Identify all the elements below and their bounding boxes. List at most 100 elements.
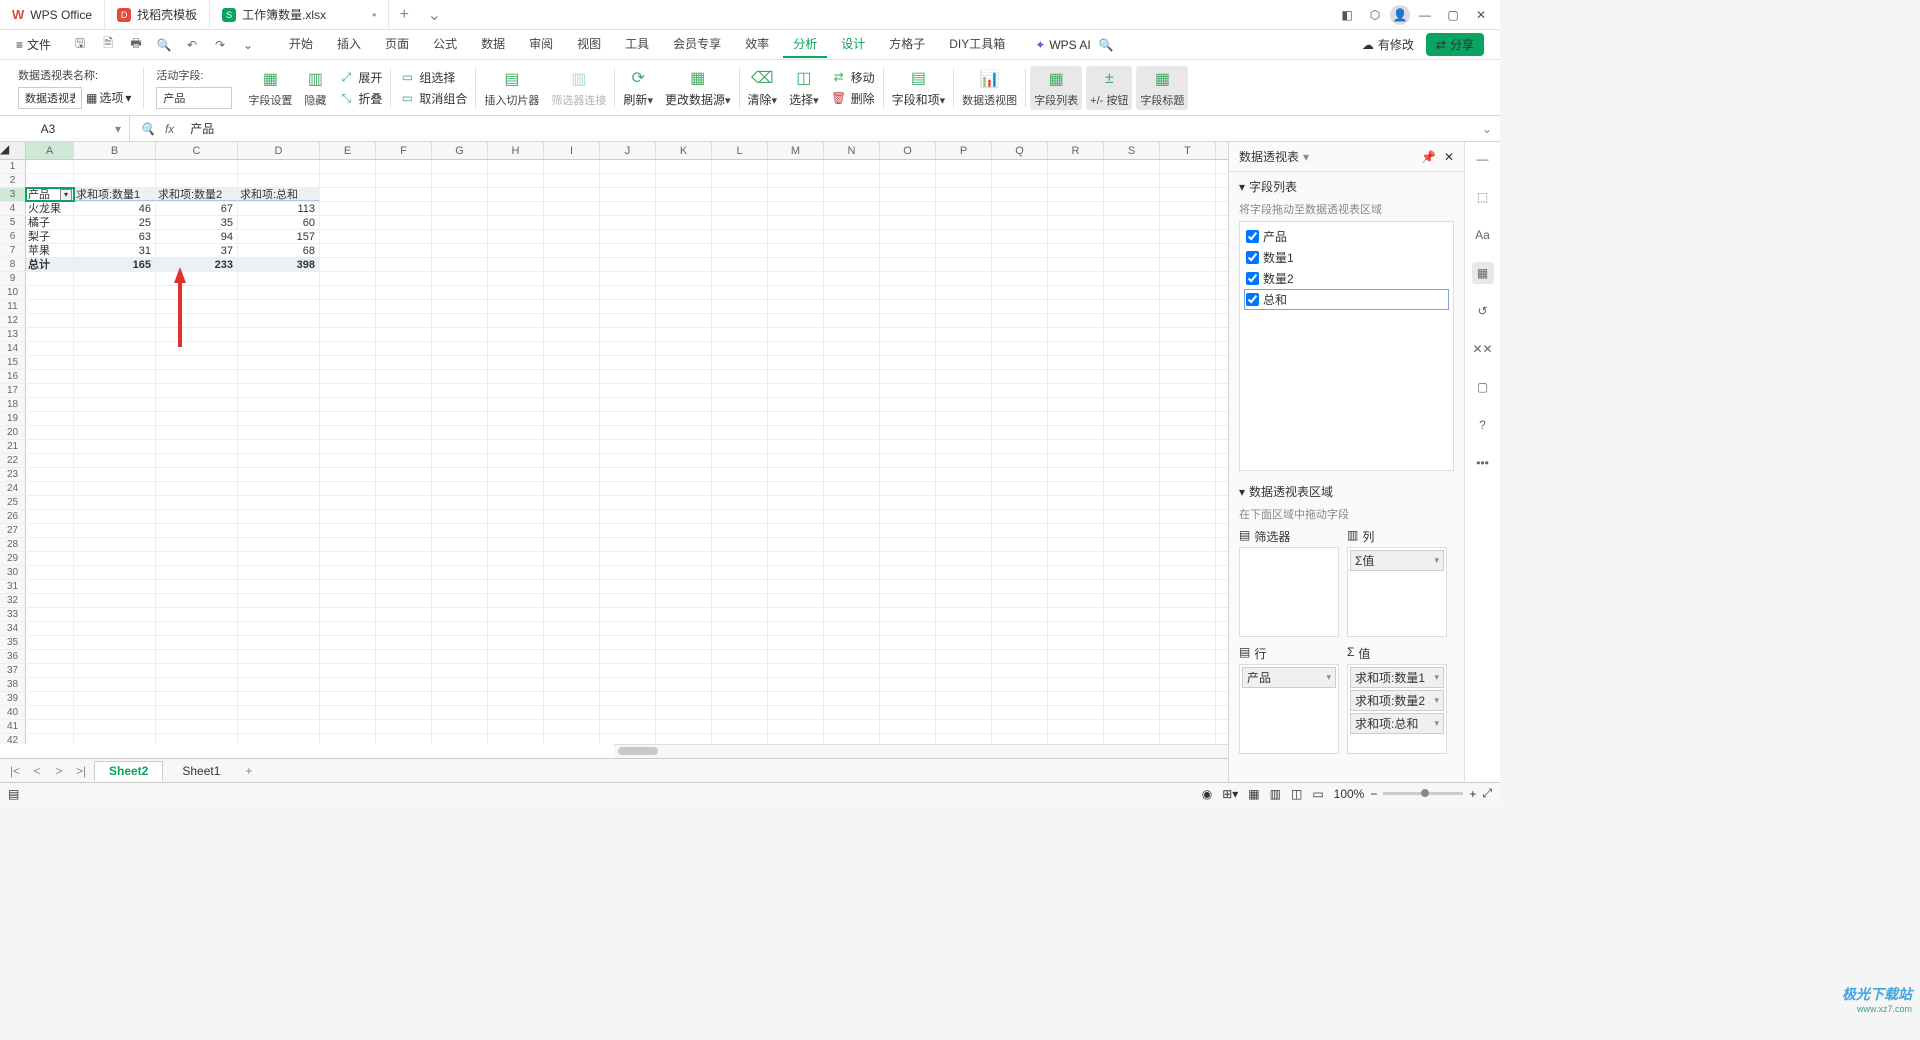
cell[interactable] — [880, 692, 936, 705]
cell[interactable] — [544, 188, 600, 201]
cell[interactable] — [824, 188, 880, 201]
cell[interactable] — [432, 706, 488, 719]
cell[interactable] — [600, 286, 656, 299]
cell[interactable] — [74, 496, 156, 509]
cell[interactable] — [824, 300, 880, 313]
cell[interactable] — [600, 174, 656, 187]
cell[interactable] — [26, 454, 74, 467]
cell[interactable] — [1160, 202, 1216, 215]
cell[interactable] — [432, 720, 488, 733]
field-item[interactable]: 产品 — [1244, 226, 1449, 247]
cell[interactable] — [600, 216, 656, 229]
sheet-nav-first[interactable]: |< — [6, 764, 24, 778]
rail-pivot-icon[interactable]: ▦ — [1472, 262, 1494, 284]
cell[interactable] — [74, 314, 156, 327]
cell[interactable] — [376, 356, 432, 369]
cell[interactable] — [936, 454, 992, 467]
cell[interactable] — [488, 496, 544, 509]
cell[interactable] — [1160, 594, 1216, 607]
cell[interactable] — [880, 636, 936, 649]
cell[interactable] — [712, 384, 768, 397]
cell[interactable] — [712, 622, 768, 635]
cell[interactable] — [1104, 356, 1160, 369]
cell[interactable] — [936, 230, 992, 243]
cell[interactable] — [320, 398, 376, 411]
cell[interactable] — [712, 636, 768, 649]
cell[interactable] — [376, 468, 432, 481]
cell[interactable] — [156, 734, 238, 744]
cell[interactable] — [880, 342, 936, 355]
cell[interactable] — [880, 384, 936, 397]
row-header[interactable]: 10 — [0, 286, 26, 299]
pivot-chart-button[interactable]: 📊数据透视图 — [958, 66, 1021, 110]
cell[interactable] — [376, 636, 432, 649]
cell[interactable] — [712, 664, 768, 677]
cell[interactable] — [824, 510, 880, 523]
cell[interactable] — [880, 734, 936, 744]
cell[interactable] — [320, 664, 376, 677]
tab-diy[interactable]: DIY工具箱 — [939, 31, 1015, 58]
cell[interactable] — [656, 384, 712, 397]
cell[interactable] — [936, 328, 992, 341]
field-checkbox[interactable] — [1246, 293, 1259, 306]
cell[interactable] — [238, 496, 320, 509]
cell[interactable] — [936, 188, 992, 201]
row-header[interactable]: 15 — [0, 356, 26, 369]
cell[interactable] — [432, 538, 488, 551]
rail-more-icon[interactable]: ••• — [1472, 452, 1494, 474]
cell[interactable] — [376, 300, 432, 313]
cell[interactable] — [156, 524, 238, 537]
column-dropzone[interactable]: Σ值▾ — [1347, 547, 1447, 637]
cell[interactable] — [544, 734, 600, 744]
cell[interactable] — [432, 272, 488, 285]
cell[interactable] — [544, 482, 600, 495]
cell[interactable] — [320, 426, 376, 439]
cell[interactable] — [824, 580, 880, 593]
cell[interactable]: 398 — [238, 258, 320, 271]
cell[interactable] — [768, 314, 824, 327]
cell[interactable]: 233 — [156, 258, 238, 271]
cell[interactable] — [656, 552, 712, 565]
cell[interactable] — [432, 174, 488, 187]
cell[interactable] — [880, 426, 936, 439]
cell[interactable] — [768, 706, 824, 719]
cell[interactable] — [656, 636, 712, 649]
cell[interactable] — [656, 720, 712, 733]
col-K[interactable]: K — [656, 142, 712, 159]
row-header[interactable]: 41 — [0, 720, 26, 733]
cell[interactable]: 求和项:数量1 — [74, 188, 156, 201]
cell[interactable] — [1160, 188, 1216, 201]
cell[interactable] — [1104, 678, 1160, 691]
cell[interactable] — [544, 230, 600, 243]
cell[interactable] — [1104, 580, 1160, 593]
cell[interactable] — [432, 692, 488, 705]
row-header[interactable]: 35 — [0, 636, 26, 649]
cell[interactable] — [936, 608, 992, 621]
cell[interactable] — [238, 314, 320, 327]
cell[interactable] — [1160, 538, 1216, 551]
cell[interactable] — [936, 496, 992, 509]
cell[interactable] — [544, 622, 600, 635]
cell[interactable] — [156, 384, 238, 397]
cell[interactable] — [992, 678, 1048, 691]
cell[interactable] — [1160, 230, 1216, 243]
cell[interactable] — [600, 272, 656, 285]
col-T[interactable]: T — [1160, 142, 1216, 159]
cell[interactable] — [238, 300, 320, 313]
cell[interactable] — [824, 636, 880, 649]
cell[interactable] — [1104, 594, 1160, 607]
cell[interactable] — [992, 426, 1048, 439]
row-dropzone[interactable]: 产品▾ — [1239, 664, 1339, 754]
cell[interactable] — [26, 426, 74, 439]
cell[interactable] — [824, 230, 880, 243]
cell[interactable] — [768, 580, 824, 593]
cell[interactable] — [432, 552, 488, 565]
cell[interactable] — [880, 244, 936, 257]
cell[interactable] — [432, 594, 488, 607]
cell[interactable] — [488, 216, 544, 229]
cell[interactable] — [992, 692, 1048, 705]
cell[interactable] — [656, 202, 712, 215]
cell[interactable] — [238, 426, 320, 439]
cell[interactable] — [1048, 342, 1104, 355]
cell[interactable] — [1160, 608, 1216, 621]
